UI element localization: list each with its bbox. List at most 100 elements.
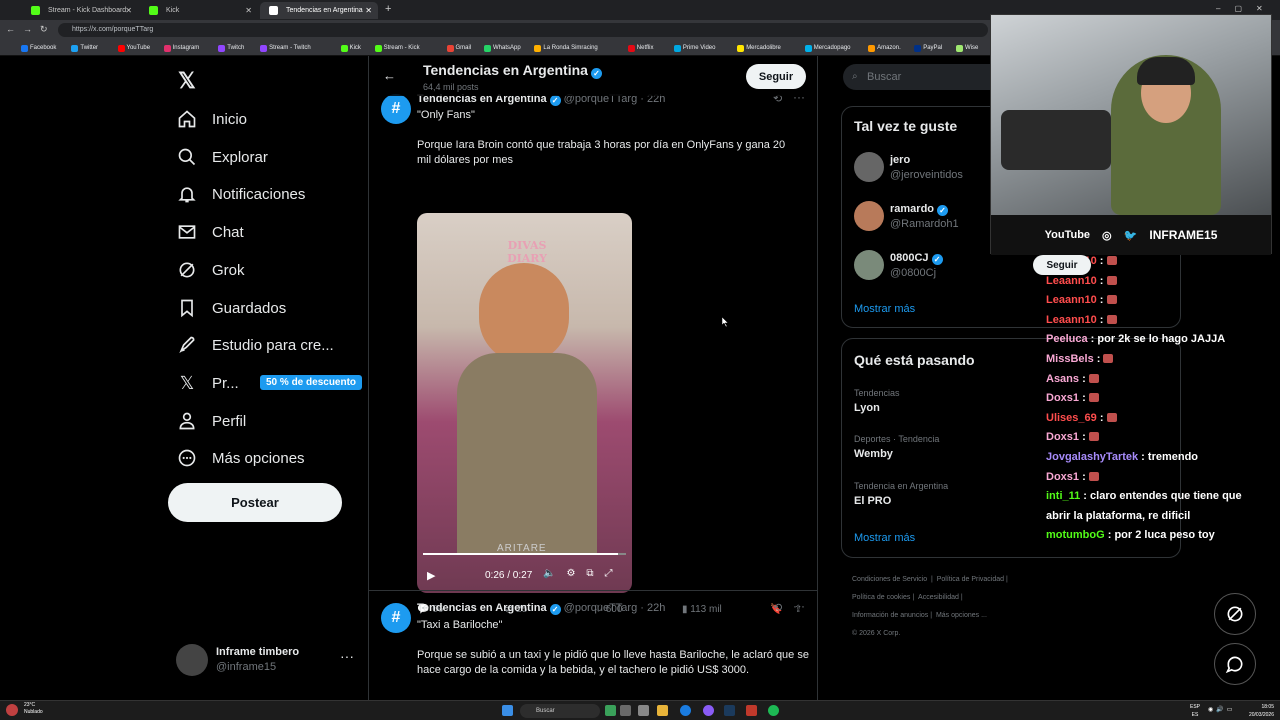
- bookmark-item[interactable]: PayPal: [913, 42, 942, 54]
- app-icon[interactable]: [620, 705, 631, 716]
- edge-icon[interactable]: [680, 705, 691, 716]
- chat-username[interactable]: JovgalashyTartek: [1046, 451, 1138, 463]
- app-icon[interactable]: [605, 705, 616, 716]
- tweet-author[interactable]: Tendencias en Argentina ✓ @porqueTTarg · …: [417, 602, 665, 615]
- bookmark-item[interactable]: Prime Video: [673, 42, 715, 54]
- bookmark-item[interactable]: Gmail: [446, 42, 471, 54]
- show-more-link[interactable]: Mostrar más: [854, 532, 915, 544]
- chat-text: tremendo: [1147, 450, 1199, 463]
- nav-grok[interactable]: Grok: [176, 251, 245, 289]
- close-icon[interactable]: ✕: [125, 2, 132, 19]
- trend-category: Tendencias: [854, 388, 900, 398]
- chat-username[interactable]: inti_11: [1046, 490, 1080, 502]
- bookmark-item[interactable]: Stream - Kick: [374, 42, 420, 54]
- bookmark-item[interactable]: La Ronda Simracing: [533, 42, 598, 54]
- trend-category: Tendencia en Argentina: [854, 481, 949, 491]
- browser-tab[interactable]: Stream - Kick Dashboard ✕: [22, 2, 138, 19]
- x-logo-icon[interactable]: 𝕏: [178, 68, 196, 94]
- chat-username[interactable]: Leaann10: [1046, 275, 1097, 287]
- nav-more-options[interactable]: Más opciones: [176, 439, 305, 477]
- chat-username[interactable]: Ulises_69: [1046, 412, 1097, 424]
- nav-chat[interactable]: Chat: [176, 213, 244, 251]
- close-icon[interactable]: ✕: [245, 2, 252, 19]
- chat-follow-button[interactable]: Seguir: [1033, 255, 1091, 275]
- chat-username[interactable]: Doxs1: [1046, 471, 1079, 483]
- play-icon[interactable]: ▶: [427, 569, 435, 582]
- steam-icon[interactable]: [724, 705, 735, 716]
- chat-username[interactable]: Leaann10: [1046, 294, 1097, 306]
- chat-username[interactable]: Doxs1: [1046, 431, 1079, 443]
- new-tab-button[interactable]: +: [385, 3, 391, 15]
- language-indicator[interactable]: ESP ES: [1190, 703, 1200, 719]
- grok-icon[interactable]: ⟲: [773, 601, 782, 614]
- browser-tab[interactable]: Kick ✕: [140, 2, 258, 19]
- bookmark-item[interactable]: Netflix: [627, 42, 653, 54]
- nav-profile[interactable]: Perfil: [176, 402, 246, 440]
- nav-notifications[interactable]: Notificaciones: [176, 175, 305, 213]
- app-icon[interactable]: [746, 705, 757, 716]
- system-tray-icons[interactable]: ◉🔊▭: [1208, 706, 1235, 713]
- trend-name[interactable]: Wemby: [854, 448, 893, 460]
- folder-icon[interactable]: [657, 705, 668, 716]
- weather-widget[interactable]: 23°C Nublado: [24, 702, 43, 716]
- x-premium-icon: 𝕏: [179, 372, 195, 393]
- bookmark-item[interactable]: Wise: [955, 42, 978, 54]
- taskbar-search[interactable]: Buscar: [520, 704, 600, 718]
- grok-fab[interactable]: [1214, 593, 1256, 635]
- bookmark-item[interactable]: Amazon.: [867, 42, 901, 54]
- bookmark-item[interactable]: Kick: [340, 42, 361, 54]
- video-time: 0:26 / 0:27: [485, 570, 533, 581]
- windows-start-icon[interactable]: [502, 705, 513, 716]
- bookmark-item[interactable]: Mercadopago: [804, 42, 851, 54]
- bookmark-item[interactable]: Stream - Twitch: [259, 42, 311, 54]
- account-switcher[interactable]: Inframe timbero @inframe15 ···: [176, 642, 361, 678]
- app-icon[interactable]: [703, 705, 714, 716]
- show-more-link[interactable]: Mostrar más: [854, 303, 915, 315]
- nav-premium[interactable]: 𝕏 Pr... 50 % de descuento: [176, 364, 363, 402]
- tweet[interactable]: # Tendencias en Argentina ✓ @porqueTTarg …: [369, 599, 817, 700]
- bookmark-item[interactable]: WhatsApp: [483, 42, 521, 54]
- bookmark-item[interactable]: Twitch: [217, 42, 244, 54]
- left-navigation: 𝕏 Inicio Explorar Notificaciones Chat Gr…: [168, 56, 368, 700]
- window-controls[interactable]: –▢✕: [1216, 4, 1277, 13]
- avatar: #: [381, 94, 411, 124]
- url-input[interactable]: https://x.com/porqueTTarg: [58, 23, 988, 37]
- app-icon[interactable]: [638, 705, 649, 716]
- emote-icon: [1106, 275, 1117, 285]
- browser-tab-active[interactable]: Tendencias en Argentina (@porqu...✕: [260, 2, 378, 31]
- more-dots-icon[interactable]: ···: [793, 599, 805, 613]
- spotify-icon[interactable]: [768, 705, 779, 716]
- bookmark-item[interactable]: Mercadolibre: [736, 42, 781, 54]
- back-arrow-icon[interactable]: ←: [383, 68, 396, 83]
- chat-username[interactable]: motumboG: [1046, 529, 1105, 541]
- chat-username[interactable]: Doxs1: [1046, 392, 1079, 404]
- messages-fab[interactable]: [1214, 643, 1256, 685]
- nav-bookmarks[interactable]: Guardados: [176, 289, 286, 327]
- video-player[interactable]: DIVAS DIARY ARITARE ▶ 0:26 / 0:27 🔈⚙⧉⤢: [417, 213, 632, 593]
- bookmark-item[interactable]: Twitter: [70, 42, 98, 54]
- chat-text: por 2k se lo hago JAJJA: [1097, 333, 1226, 346]
- chat-username[interactable]: Asans: [1046, 373, 1079, 385]
- bookmark-favicon-icon: [218, 45, 226, 52]
- nav-explore[interactable]: Explorar: [176, 138, 268, 176]
- post-button[interactable]: Postear: [168, 483, 342, 522]
- bookmark-item[interactable]: YouTube: [117, 42, 150, 54]
- follow-button[interactable]: Seguir: [746, 64, 806, 89]
- tweet[interactable]: # Tendencias en Argentina ✓ @porqueTTarg …: [369, 90, 817, 615]
- trend-name[interactable]: El PRO: [854, 495, 891, 507]
- close-icon[interactable]: ✕: [365, 2, 372, 19]
- chat-text: claro entendes que tiene que: [1090, 490, 1242, 503]
- nav-arrows-icon[interactable]: ←→↻: [6, 24, 56, 35]
- chat-username[interactable]: Peeluca: [1046, 333, 1088, 345]
- bookmark-item[interactable]: Instagram: [163, 42, 199, 54]
- chat-username[interactable]: MissBels: [1046, 353, 1094, 365]
- bookmark-item[interactable]: Facebook: [20, 42, 56, 54]
- more-dots-icon[interactable]: ···: [340, 648, 354, 664]
- nav-home[interactable]: Inicio: [176, 100, 247, 138]
- trend-name[interactable]: Lyon: [854, 402, 880, 414]
- chat-username[interactable]: Leaann10: [1046, 314, 1097, 326]
- video-progress-track[interactable]: [423, 553, 626, 555]
- video-controls-icons[interactable]: 🔈⚙⧉⤢: [543, 568, 624, 579]
- nav-creator-studio[interactable]: Estudio para cre...: [176, 326, 334, 364]
- clock[interactable]: 18:05 20/03/2026: [1238, 703, 1274, 719]
